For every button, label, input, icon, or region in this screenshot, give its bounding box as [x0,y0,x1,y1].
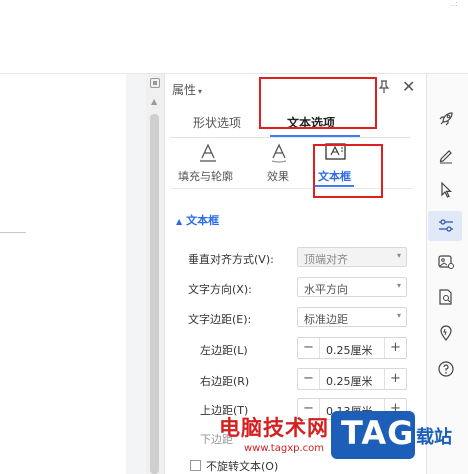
chevron-down-icon: ▾ [198,87,203,96]
tag-logo-suffix: 载站 [416,427,452,448]
text-margin-dropdown[interactable]: 标准边距 ▾ [297,307,407,327]
image-effects-icon[interactable] [437,253,455,271]
chevron-down-icon: ▾ [396,251,401,260]
vertical-align-label: 垂直对齐方式(V): [188,253,274,266]
no-rotate-text-checkbox[interactable] [190,460,201,471]
top-mark: ..: [450,0,458,8]
text-margin-label: 文字边距(E): [188,313,252,326]
document-page[interactable] [0,74,126,474]
chevron-down-icon: ▾ [396,281,401,290]
scroll-up-icon[interactable]: ▲ [151,97,157,106]
tab-divider [170,137,410,138]
no-rotate-text-label[interactable]: 不旋转文本(O) [206,458,278,474]
pen-icon[interactable] [437,146,455,164]
section-textbox-header[interactable]: ▲ 文本框 [176,212,219,228]
right-toolbar [426,74,468,474]
close-button[interactable]: ✕ [402,78,415,96]
text-margin-value: 标准边距 [304,313,348,326]
panel-title-dropdown[interactable]: 属性 ▾ [172,81,202,98]
panel-title: 属性 [172,83,197,97]
tag-logo-text: TAG [341,414,415,452]
watermark-text: 电脑技术网 [219,416,329,440]
right-margin-label: 右边距(R) [200,375,250,388]
help-icon[interactable] [437,360,455,378]
text-direction-value: 水平方向 [304,283,348,296]
highlight-box-textbox [313,144,383,198]
highlight-box-text-options [259,77,377,129]
top-blank-area [0,0,468,74]
pin-icon[interactable] [377,80,391,98]
cursor-icon[interactable] [437,181,455,199]
scrollbar-thumb[interactable] [150,114,159,474]
left-margin-label: 左边距(L) [200,344,248,357]
subtab-effects[interactable]: 效果 [267,168,289,184]
document-margin-mark [0,232,26,233]
decrement-button[interactable]: − [298,338,320,358]
vertical-align-dropdown[interactable]: 顶端对齐 ▾ [297,247,407,267]
text-fill-icon[interactable] [197,143,219,163]
section-title: 文本框 [186,214,220,227]
sliders-icon[interactable] [437,217,455,235]
increment-button[interactable]: + [384,369,406,389]
increment-button[interactable]: + [384,338,406,358]
doc-search-icon[interactable] [437,288,455,306]
collapse-triangle-icon: ▲ [176,217,183,226]
subtab-fill-outline[interactable]: 填充与轮廓 [178,168,233,184]
watermark-url: www.tagxp.com [244,443,324,454]
rocket-icon[interactable] [437,110,455,128]
split-view-icon[interactable] [150,78,160,88]
text-direction-dropdown[interactable]: 水平方向 ▾ [297,277,407,297]
decrement-button[interactable]: − [298,369,320,389]
vertical-align-value: 顶端对齐 [304,253,348,266]
text-direction-label: 文字方向(X): [188,283,252,296]
text-effect-icon[interactable] [268,143,290,163]
right-margin-stepper[interactable]: − 0.25厘米 + [297,368,407,390]
tab-shape-options[interactable]: 形状选项 [193,114,241,131]
chevron-down-icon: ▾ [396,311,401,320]
location-icon[interactable] [437,324,455,342]
left-margin-stepper[interactable]: − 0.25厘米 + [297,337,407,359]
left-margin-value[interactable]: 0.25厘米 [326,342,373,358]
right-margin-value[interactable]: 0.25厘米 [326,373,373,389]
